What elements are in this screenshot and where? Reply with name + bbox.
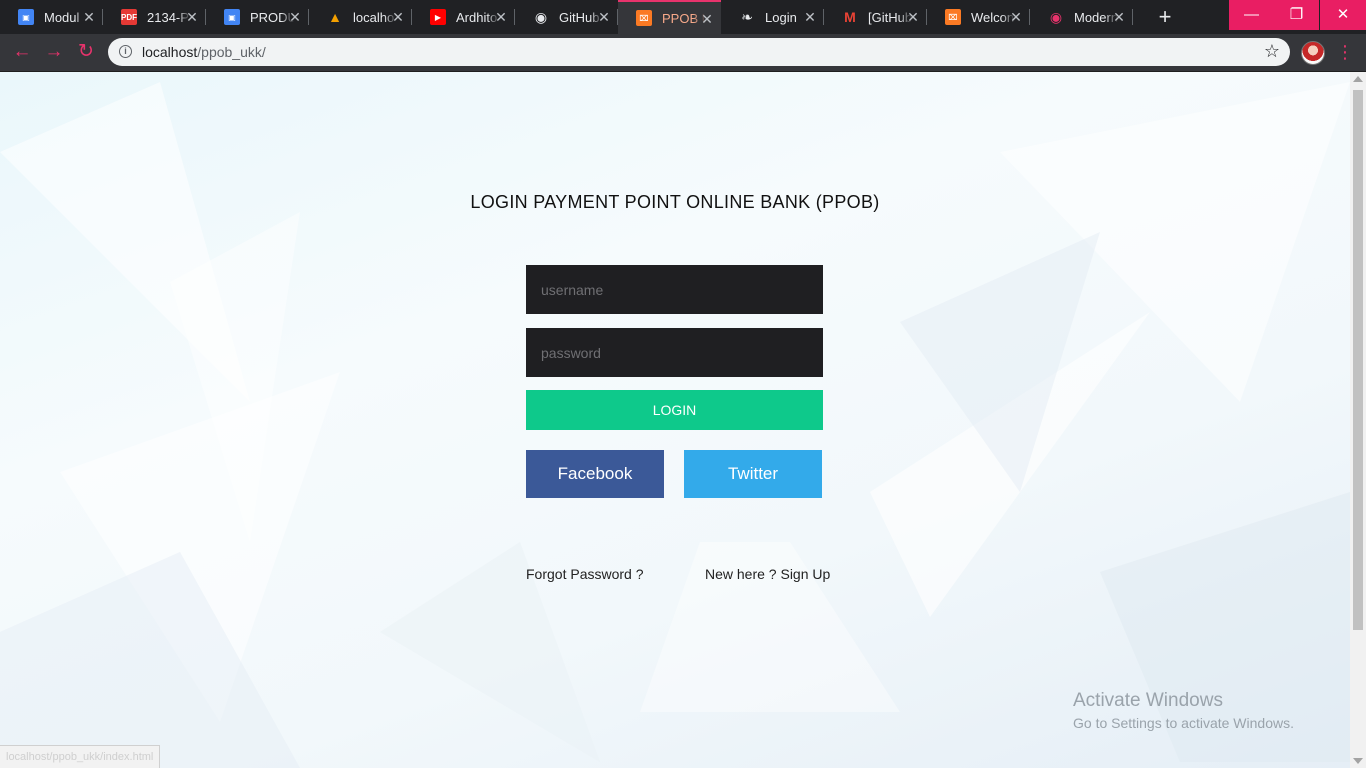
- xampp-icon: ⌧: [636, 10, 652, 26]
- twitter-button[interactable]: Twitter: [684, 450, 822, 498]
- scroll-up-icon[interactable]: [1353, 76, 1363, 82]
- activate-windows-subtitle: Go to Settings to activate Windows.: [1073, 715, 1294, 731]
- activate-windows-title: Activate Windows: [1073, 690, 1223, 711]
- password-field[interactable]: [526, 328, 823, 377]
- sign-up-link[interactable]: New here ? Sign Up: [705, 566, 830, 582]
- leaf-icon: ❧: [741, 8, 753, 25]
- tab-close-icon[interactable]: ✕: [81, 9, 97, 25]
- restore-button[interactable]: ❐: [1274, 0, 1319, 30]
- tab-7[interactable]: ❧ Login ✕: [721, 0, 824, 34]
- phpmyadmin-icon: ▲: [328, 9, 342, 25]
- tab-6[interactable]: ⌧PPOB U✕: [618, 0, 721, 34]
- tab-close-icon[interactable]: ✕: [699, 11, 715, 27]
- tab-close-icon[interactable]: ✕: [493, 9, 509, 25]
- tab-close-icon[interactable]: ✕: [596, 9, 612, 25]
- url-host: localhost: [142, 44, 198, 60]
- browser-menu-icon[interactable]: ⋮: [1336, 40, 1354, 64]
- vertical-scrollbar[interactable]: [1350, 72, 1366, 768]
- tab-close-icon[interactable]: ✕: [184, 9, 200, 25]
- forward-icon[interactable]: →: [42, 40, 66, 64]
- url-text[interactable]: localhost/ppob_ukk/: [142, 44, 266, 60]
- github-icon: ◉: [534, 8, 548, 25]
- reload-icon[interactable]: ↻: [74, 40, 98, 64]
- tab-close-icon[interactable]: ✕: [905, 9, 921, 25]
- scrollbar-thumb[interactable]: [1353, 90, 1363, 630]
- browser-toolbar: ← → ↻ i localhost/ppob_ukk/ ☆ ⋮: [0, 34, 1366, 72]
- profile-avatar[interactable]: [1301, 41, 1325, 65]
- tab-strip: ▣ Modul ✕ PDF 2134-P ✕ ▣ PRODU ✕ ▲ localho ✕ ▶ Ardhit…: [0, 0, 1366, 34]
- tab-separator: [1132, 9, 1133, 25]
- tab-4[interactable]: ▶ Ardhito ✕: [412, 0, 515, 34]
- url-path: /ppob_ukk/: [197, 44, 266, 60]
- tab-9[interactable]: ⌧ Welcon ✕: [927, 0, 1030, 34]
- xampp-icon: ⌧: [945, 9, 961, 25]
- google-docs-icon: ▣: [18, 9, 34, 25]
- tab-10[interactable]: ◉ Modern ✕: [1030, 0, 1133, 34]
- bookmark-star-icon[interactable]: ☆: [1264, 41, 1280, 62]
- login-button[interactable]: LOGIN: [526, 390, 823, 430]
- youtube-icon: ▶: [430, 9, 446, 25]
- tab-3[interactable]: ▲ localho ✕: [309, 0, 412, 34]
- page-title: LOGIN PAYMENT POINT ONLINE BANK (PPOB): [470, 192, 880, 212]
- tab-2[interactable]: ▣ PRODU ✕: [206, 0, 309, 34]
- tab-close-icon[interactable]: ✕: [802, 9, 818, 25]
- globe-icon: ◉: [1049, 8, 1063, 25]
- tab-0[interactable]: ▣ Modul ✕: [0, 0, 103, 34]
- tab-close-icon[interactable]: ✕: [1008, 9, 1024, 25]
- scroll-down-icon[interactable]: [1353, 758, 1363, 764]
- username-field[interactable]: [526, 265, 823, 314]
- site-info-icon[interactable]: i: [119, 45, 132, 58]
- new-tab-button[interactable]: +: [1153, 5, 1177, 29]
- forgot-password-link[interactable]: Forgot Password ?: [526, 566, 644, 582]
- tab-8[interactable]: M [GitHub ✕: [824, 0, 927, 34]
- close-window-button[interactable]: ✕: [1320, 0, 1366, 30]
- facebook-button[interactable]: Facebook: [526, 450, 664, 498]
- address-bar[interactable]: i localhost/ppob_ukk/ ☆: [108, 38, 1290, 66]
- tab-close-icon[interactable]: ✕: [390, 9, 406, 25]
- gmail-icon: M: [844, 9, 856, 25]
- minimize-button[interactable]: —: [1229, 0, 1274, 30]
- pdf-icon: PDF: [121, 9, 137, 25]
- status-bar: localhost/ppob_ukk/index.html: [0, 745, 161, 768]
- tab-5[interactable]: ◉ GitHub ✕: [515, 0, 618, 34]
- tab-close-icon[interactable]: ✕: [1111, 9, 1127, 25]
- back-icon[interactable]: ←: [10, 40, 34, 64]
- tab-close-icon[interactable]: ✕: [287, 9, 303, 25]
- tab-1[interactable]: PDF 2134-P ✕: [103, 0, 206, 34]
- page-viewport: LOGIN PAYMENT POINT ONLINE BANK (PPOB) L…: [0, 72, 1350, 768]
- google-docs-icon: ▣: [224, 9, 240, 25]
